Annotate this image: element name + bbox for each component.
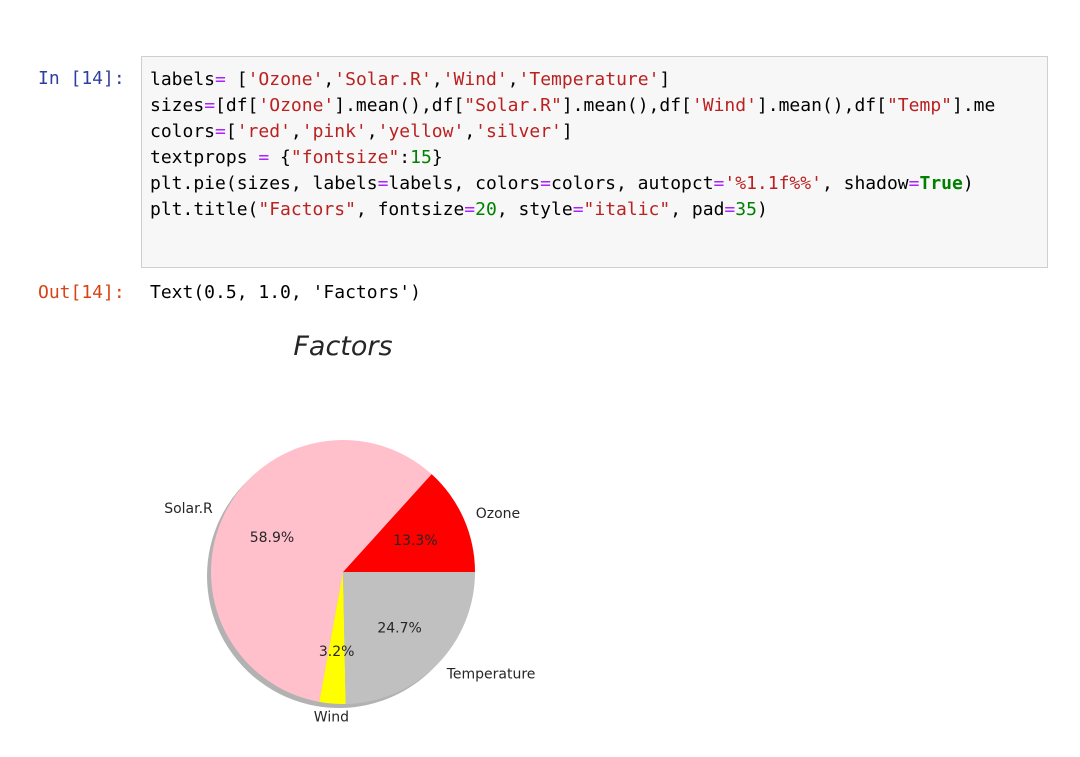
code-token: ] <box>561 121 573 142</box>
code-token: True <box>919 173 963 194</box>
output-text: Text(0.5, 1.0, 'Factors') <box>150 282 421 303</box>
code-token: colors, autopct <box>550 173 714 194</box>
code-token: textprops <box>150 147 259 168</box>
code-token: , <box>507 69 519 90</box>
pie-percent-label: 13.3% <box>393 533 437 549</box>
pie-percent-label: 3.2% <box>319 644 355 660</box>
code-token: 'Wind' <box>691 95 757 116</box>
code-token: 20 <box>475 199 497 220</box>
code-token: "Factors" <box>258 199 356 220</box>
code-token: 'Ozone' <box>258 95 335 116</box>
code-token: = <box>540 173 551 194</box>
code-token: labels <box>150 69 216 90</box>
code-line: plt.pie(sizes, labels=labels, colors=col… <box>150 171 995 197</box>
code-token: '%1.1f%%' <box>724 173 822 194</box>
code-cell[interactable]: labels= ['Ozone','Solar.R','Wind','Tempe… <box>141 56 1048 268</box>
code-token: , <box>290 121 302 142</box>
code-token: plt.title( <box>150 199 259 220</box>
pie-category-label: Ozone <box>476 506 520 522</box>
code-token: = <box>572 199 584 220</box>
code-token: plt.pie(sizes, labels <box>150 173 378 194</box>
code-token: 15 <box>410 147 432 168</box>
pie-percent-label: 58.9% <box>250 530 294 546</box>
code-token: ] <box>659 69 671 90</box>
code-token: , <box>431 69 443 90</box>
code-token: 35 <box>735 199 757 220</box>
code-token: ].mean(),df[ <box>756 95 887 116</box>
code-token: 'red' <box>236 121 291 142</box>
code-token: = <box>464 199 476 220</box>
code-token: , shadow <box>821 173 909 194</box>
code-token: ) <box>756 199 768 220</box>
code-line: colors=['red','pink','yellow','silver'] <box>150 119 995 145</box>
code-token: , <box>464 121 476 142</box>
code-line: sizes=[df['Ozone'].mean(),df["Solar.R"].… <box>150 93 995 119</box>
code-token: = <box>908 173 920 194</box>
code-token: ) <box>962 173 974 194</box>
code-token: = <box>724 199 736 220</box>
code-token: = <box>713 173 725 194</box>
code-line: textprops = {"fontsize":15} <box>150 145 995 171</box>
code-token: } <box>431 147 443 168</box>
code-token: 'Ozone' <box>247 69 324 90</box>
code-token: , style <box>496 199 573 220</box>
pie-category-label: Temperature <box>446 667 536 683</box>
code-token: ].me <box>952 95 996 116</box>
code-token: = <box>215 121 226 142</box>
code-editor[interactable]: labels= ['Ozone','Solar.R','Wind','Tempe… <box>150 67 995 223</box>
code-token: = <box>377 173 389 194</box>
pie-wedge-temperature <box>343 572 475 704</box>
code-line: plt.title("Factors", fontsize=20, style=… <box>150 197 995 223</box>
code-token: labels, colors <box>388 173 541 194</box>
code-token: ].mean(),df[ <box>561 95 692 116</box>
code-token: 'Solar.R' <box>334 69 432 90</box>
pie-chart: Factors 13.3% Ozone 58.9% Solar.R 3.2% Wind 24… <box>164 331 536 726</box>
code-token: 'Temperature' <box>518 69 660 90</box>
code-token: = <box>258 147 270 168</box>
code-token: : <box>399 147 411 168</box>
code-token: "fontsize" <box>290 147 400 168</box>
input-prompt: In [14]: <box>38 68 125 89</box>
pie-category-label: Solar.R <box>164 501 213 517</box>
code-token: = <box>204 95 216 116</box>
code-token: = <box>215 69 226 90</box>
pie-wedges <box>211 440 475 704</box>
chart-title: Factors <box>293 331 392 362</box>
code-token: , pad <box>670 199 725 220</box>
code-token: ].mean(),df[ <box>334 95 465 116</box>
code-token: , fontsize <box>355 199 465 220</box>
code-token: "italic" <box>583 199 671 220</box>
code-token: { <box>269 147 291 168</box>
code-token: 'pink' <box>301 121 367 142</box>
output-prompt: Out[14]: <box>38 282 125 303</box>
pie-percent-label: 24.7% <box>377 620 421 636</box>
code-token: , <box>366 121 378 142</box>
code-token: colors <box>150 121 216 142</box>
code-token: "Temp" <box>886 95 952 116</box>
code-line: labels= ['Ozone','Solar.R','Wind','Tempe… <box>150 67 995 93</box>
code-token: , <box>323 69 335 90</box>
pie-category-label: Wind <box>314 710 349 726</box>
code-token: "Solar.R" <box>464 95 562 116</box>
code-token: [ <box>225 121 237 142</box>
code-token: sizes <box>150 95 205 116</box>
code-token: 'Wind' <box>442 69 508 90</box>
code-token: 'yellow' <box>377 121 465 142</box>
code-token: [df[ <box>215 95 259 116</box>
code-token: [ <box>225 69 248 90</box>
code-token: 'silver' <box>475 121 562 142</box>
